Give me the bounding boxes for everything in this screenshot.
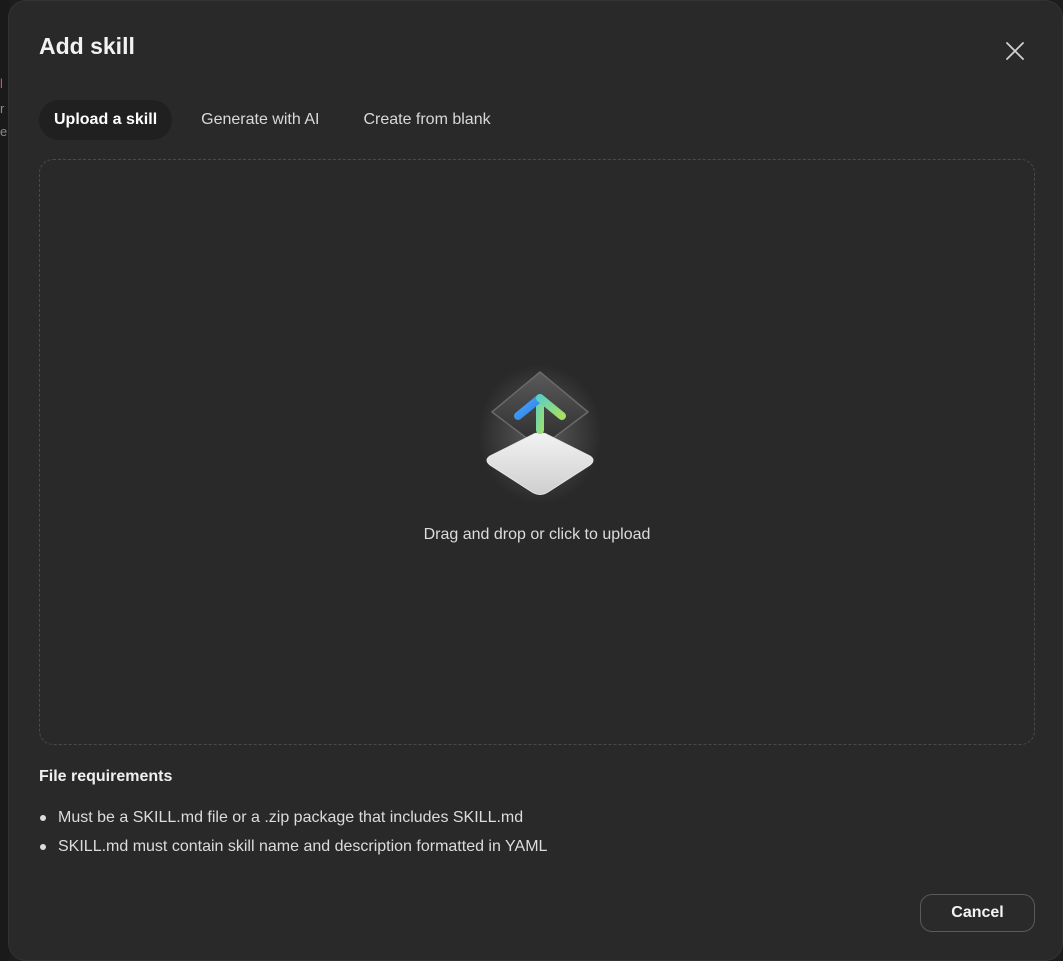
close-icon bbox=[1006, 42, 1024, 60]
requirements-title: File requirements bbox=[39, 768, 173, 785]
background-fragment: l bbox=[0, 76, 3, 91]
dialog-title: Add skill bbox=[39, 33, 135, 59]
add-skill-dialog: Add skill Upload a skill Generate with A… bbox=[8, 0, 1063, 961]
upload-dropzone[interactable]: Drag and drop or click to upload bbox=[39, 159, 1035, 745]
tab-bar: Upload a skill Generate with AI Create f… bbox=[39, 100, 506, 140]
tab-generate-with-ai[interactable]: Generate with AI bbox=[186, 100, 334, 140]
requirement-item: Must be a SKILL.md file or a .zip packag… bbox=[39, 807, 547, 836]
cancel-button[interactable]: Cancel bbox=[920, 894, 1035, 932]
background-fragment: e bbox=[0, 124, 8, 139]
tab-create-from-blank[interactable]: Create from blank bbox=[348, 100, 505, 140]
close-button[interactable] bbox=[1001, 37, 1029, 65]
dropzone-instruction: Drag and drop or click to upload bbox=[423, 526, 651, 543]
requirement-item: SKILL.md must contain skill name and des… bbox=[39, 836, 547, 865]
tab-upload-skill[interactable]: Upload a skill bbox=[39, 100, 173, 140]
upload-icon bbox=[478, 364, 602, 504]
background-fragment: r bbox=[0, 101, 5, 116]
requirements-list: Must be a SKILL.md file or a .zip packag… bbox=[39, 807, 547, 865]
